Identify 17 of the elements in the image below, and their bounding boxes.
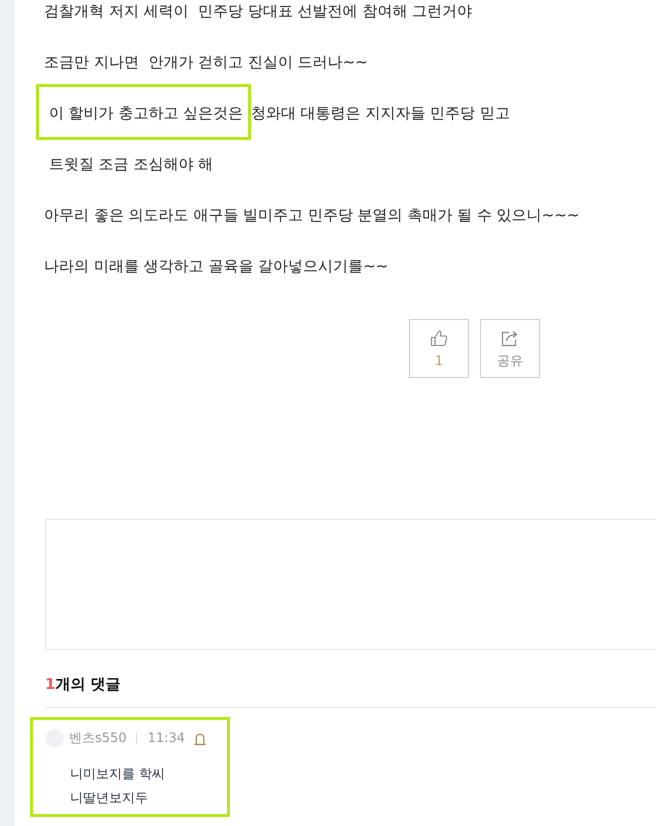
paragraph-text: 트윗질 조금 조심해야 해	[48, 155, 214, 173]
comment-count-heading: 1개의 댓글	[45, 674, 122, 695]
paragraph-text: 나라의 미래를 생각하고 골육을 갈아넣으시기를~~	[44, 257, 388, 275]
like-button[interactable]: 1	[409, 319, 469, 378]
comment-text: 니미보지를 학씨	[70, 766, 166, 784]
paragraph-text: 아무리 좋은 의도라도 애구들 빌미주고 민주당 분열의 촉매가 될 수 있으니~~~	[44, 206, 580, 224]
paragraph-text: 검찰개혁 저지 세력이 민주당 당대표 선발전에 참여해 그런거야	[44, 2, 472, 20]
comment-author: 벤츠s550	[69, 730, 127, 747]
comment-text: 니딸년보지두	[70, 790, 149, 808]
share-icon	[501, 329, 519, 347]
paragraph-text: 조금만 지나면 안개가 걷히고 진실이 드러나~~	[44, 53, 368, 71]
highlighted-text: 이 할비가 충고하고 싶은것은	[36, 84, 251, 140]
thumbs-up-icon	[430, 329, 448, 347]
siren-icon[interactable]	[194, 732, 206, 744]
comment-time: 11:34	[148, 730, 186, 746]
paragraph-text: 청와대 대통령은 지지자들 민주당 믿고	[250, 104, 510, 122]
share-button[interactable]: 공유	[480, 319, 540, 378]
